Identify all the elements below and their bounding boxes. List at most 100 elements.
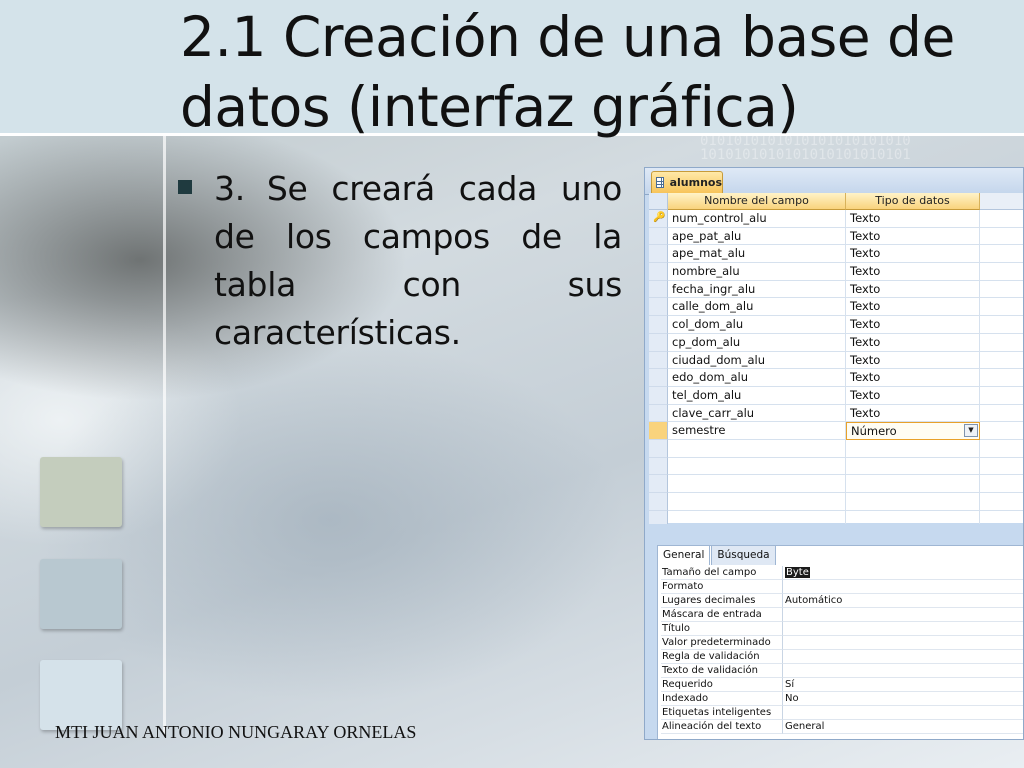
property-value[interactable] [783,664,1023,678]
property-value[interactable] [783,650,1023,664]
data-type-cell[interactable]: Texto [846,280,980,299]
field-name-cell[interactable]: cp_dom_alu [668,333,846,352]
property-row[interactable]: Lugares decimales Automático [661,594,1023,608]
table-row[interactable]: semestre Número ▼ [649,422,1023,440]
data-type-cell[interactable]: Texto [846,210,980,228]
property-value[interactable] [783,636,1023,650]
data-type-cell[interactable]: Texto [846,369,980,387]
row-selector[interactable] [649,227,668,246]
property-value[interactable] [783,608,1023,622]
field-name-cell[interactable]: num_control_alu [668,210,846,228]
field-name-cell[interactable]: ape_mat_alu [668,245,846,264]
property-row[interactable]: Valor predeterminado [661,636,1023,650]
description-cell[interactable] [980,334,1023,352]
data-type-cell[interactable]: Texto [846,298,980,317]
column-header-field-name[interactable]: Nombre del campo [668,193,846,210]
field-name-cell[interactable]: clave_carr_alu [668,404,846,423]
description-cell[interactable] [980,210,1023,228]
table-row[interactable]: 🔑 num_control_alu Texto [649,210,1023,228]
description-cell[interactable] [980,316,1023,334]
field-name-cell[interactable]: calle_dom_alu [668,298,846,317]
empty-cell[interactable] [846,457,980,476]
column-header-description[interactable] [980,193,1023,210]
empty-cell[interactable] [980,493,1023,511]
property-row[interactable]: Máscara de entrada [661,608,1023,622]
empty-cell[interactable] [980,458,1023,476]
table-row[interactable] [649,439,1023,458]
description-cell[interactable] [980,263,1023,281]
property-value[interactable]: Automático [783,594,1023,608]
row-selector[interactable] [649,316,668,334]
field-name-cell[interactable]: fecha_ingr_alu [668,280,846,299]
tab-busqueda[interactable]: Búsqueda [711,545,776,565]
empty-cell[interactable] [846,475,980,493]
tab-general[interactable]: General [657,545,711,565]
row-selector[interactable] [649,386,668,405]
row-selector[interactable] [649,245,668,264]
table-row[interactable]: edo_dom_alu Texto [649,369,1023,387]
empty-cell[interactable] [668,475,846,493]
field-name-cell[interactable]: nombre_alu [668,263,846,281]
row-selector[interactable] [649,369,668,387]
property-row[interactable]: Regla de validación [661,650,1023,664]
property-value[interactable] [783,580,1023,594]
field-name-cell[interactable]: ciudad_dom_alu [668,351,846,370]
table-row[interactable] [649,475,1023,493]
description-cell[interactable] [980,405,1023,423]
property-row[interactable]: Formato [661,580,1023,594]
field-name-cell[interactable]: col_dom_alu [668,316,846,334]
property-value[interactable]: Sí [783,678,1023,692]
selected-value[interactable]: Byte [785,567,810,578]
field-name-cell[interactable]: semestre [668,422,846,440]
row-selector[interactable] [649,280,668,299]
property-row[interactable]: Indexado No [661,692,1023,706]
dropdown-arrow-icon[interactable]: ▼ [964,424,978,438]
field-name-cell[interactable]: ape_pat_alu [668,227,846,246]
property-value[interactable] [783,622,1023,636]
data-type-cell[interactable]: Texto [846,386,980,405]
field-name-cell[interactable]: tel_dom_alu [668,386,846,405]
row-selector[interactable] [649,457,668,476]
data-type-cell[interactable]: Texto [846,245,980,264]
empty-cell[interactable] [668,457,846,476]
row-selector[interactable] [649,263,668,281]
description-cell[interactable] [980,228,1023,246]
row-selector[interactable] [649,422,668,440]
table-row[interactable]: cp_dom_alu Texto [649,333,1023,352]
row-selector[interactable]: 🔑 [649,210,668,228]
table-row[interactable]: ciudad_dom_alu Texto [649,351,1023,370]
description-cell[interactable] [980,422,1023,440]
description-cell[interactable] [980,298,1023,317]
table-row[interactable]: ape_mat_alu Texto [649,245,1023,264]
field-name-cell[interactable]: edo_dom_alu [668,369,846,387]
property-row[interactable]: Tamaño del campo Byte [661,566,1023,580]
empty-cell[interactable] [668,493,846,511]
data-type-cell[interactable]: Texto [846,316,980,334]
description-cell[interactable] [980,369,1023,387]
table-row[interactable]: fecha_ingr_alu Texto [649,280,1023,299]
property-value[interactable]: General [783,720,1023,734]
row-selector[interactable] [649,439,668,458]
table-row[interactable]: nombre_alu Texto [649,263,1023,281]
property-row[interactable]: Etiquetas inteligentes [661,706,1023,720]
table-row[interactable]: tel_dom_alu Texto [649,386,1023,405]
grid-corner[interactable] [649,193,668,210]
empty-cell[interactable] [980,475,1023,493]
table-row[interactable]: calle_dom_alu Texto [649,298,1023,317]
description-cell[interactable] [980,352,1023,370]
table-row[interactable] [649,493,1023,511]
data-type-cell[interactable]: Texto [846,333,980,352]
data-type-cell[interactable]: Texto [846,227,980,246]
table-row[interactable] [649,457,1023,476]
property-row[interactable]: Alineación del texto General [661,720,1023,734]
empty-cell[interactable] [846,493,980,511]
table-row[interactable]: col_dom_alu Texto [649,316,1023,334]
table-row[interactable]: clave_carr_alu Texto [649,404,1023,423]
pane-splitter[interactable] [645,524,1023,538]
data-type-cell[interactable]: Texto [846,263,980,281]
description-cell[interactable] [980,245,1023,264]
data-type-cell[interactable]: Texto [846,351,980,370]
description-cell[interactable] [980,281,1023,299]
empty-cell[interactable] [980,440,1023,458]
data-type-cell[interactable]: Texto [846,404,980,423]
